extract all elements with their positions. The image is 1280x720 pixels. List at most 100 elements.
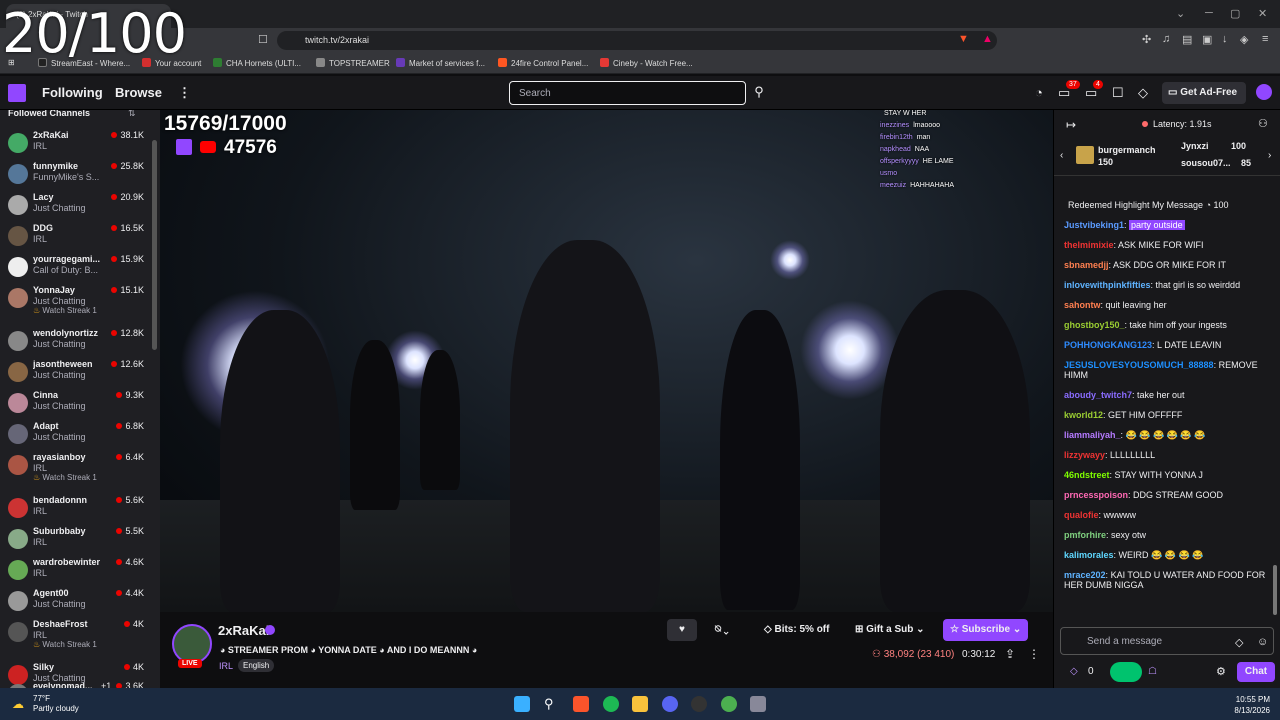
notifications-off-icon[interactable]: ⍉ ⌄ <box>708 619 750 641</box>
sidebar-channel[interactable]: Cinna Just Chatting 9.3K <box>0 388 152 420</box>
chat-username[interactable]: mrace202 <box>1064 570 1106 580</box>
sidebar-channel[interactable]: DDG IRL 16.5K <box>0 221 152 253</box>
spotify-app-icon[interactable] <box>603 696 619 712</box>
leaderboard-next-icon[interactable]: › <box>1268 150 1271 161</box>
chat-message[interactable]: ghostboy150_: take him off your ingests <box>1064 320 1276 330</box>
chat-settings-icon[interactable]: ⚙ <box>1216 665 1226 678</box>
bits-icon[interactable]: ◇ <box>1138 85 1148 101</box>
nav-browse[interactable]: Browse <box>115 85 162 100</box>
sidebar-channel[interactable]: rayasianboy IRL 6.4K ♨ Watch Streak 1 <box>0 450 152 482</box>
chat-message[interactable]: kworld12: GET HIM OFFFFF <box>1064 410 1276 420</box>
chat-username[interactable]: inlovewithpinkfifties <box>1064 280 1151 290</box>
chat-username[interactable]: ghostboy150_ <box>1064 320 1125 330</box>
weather-widget[interactable]: 77°F Partly cloudy <box>33 694 79 714</box>
taskbar-search-icon[interactable]: ⚲ <box>544 696 560 712</box>
chat-username[interactable]: sahontw <box>1064 300 1101 310</box>
chat-username[interactable]: kalimorales <box>1064 550 1114 560</box>
sidebar-channel[interactable]: wendolynortizz Just Chatting 12.8K <box>0 326 152 358</box>
bits-input-icon[interactable]: ◇ <box>1235 636 1243 649</box>
music-icon[interactable]: ♫ <box>1162 33 1170 45</box>
rewards-icon[interactable]: ☖ <box>1148 666 1157 677</box>
leader-name[interactable]: burgermanch <box>1098 145 1156 155</box>
system-clock[interactable]: 10:55 PM 8/13/2026 <box>1226 694 1270 716</box>
community-icon[interactable]: ⚇ <box>1258 117 1268 130</box>
channel-name[interactable]: 2xRaKai <box>218 623 269 638</box>
sidebar-icon[interactable]: ▤ <box>1182 33 1192 46</box>
inbox-icon[interactable]: ▭ 4 <box>1085 80 1103 101</box>
get-ad-free-button[interactable]: ▭ Get Ad-Free <box>1162 82 1246 104</box>
chrome-app-icon[interactable] <box>721 696 737 712</box>
chat-username[interactable]: liammaliyah_ <box>1064 430 1121 440</box>
chat-message[interactable]: 46ndstreet: STAY WITH YONNA J <box>1064 470 1276 480</box>
sidebar-scrollbar[interactable] <box>152 140 157 350</box>
chat-message[interactable]: JESUSLOVESYOUSOMUCH_88888: REMOVE HIMM <box>1064 360 1276 380</box>
close-window-icon[interactable]: ✕ <box>1258 7 1267 20</box>
bookmark-item[interactable]: Market of services f... <box>396 58 485 68</box>
chat-message[interactable]: POHHONGKANG123: L DATE LEAVIN <box>1064 340 1276 350</box>
nav-following[interactable]: Following <box>42 85 103 100</box>
brave-shield-icon[interactable]: ▼ <box>958 33 969 45</box>
sidebar-channel[interactable]: bendadonnn IRL 5.6K <box>0 493 152 525</box>
bookmark-icon[interactable]: ☐ <box>258 33 268 46</box>
chat-username[interactable]: kworld12 <box>1064 410 1103 420</box>
sidebar-channel[interactable]: 2xRaKai IRL 38.1K <box>0 128 152 160</box>
notifications-icon[interactable]: ▭ 37 <box>1058 80 1080 101</box>
search-input[interactable]: Search <box>509 81 746 105</box>
wallet-icon[interactable]: ▣ <box>1202 33 1212 46</box>
chat-username[interactable]: prncesspoison <box>1064 490 1128 500</box>
chat-message[interactable]: aboudy_twitch7: take her out <box>1064 390 1276 400</box>
user-avatar[interactable] <box>1256 84 1272 100</box>
download-icon[interactable]: ↓ <box>1222 33 1228 45</box>
bookmark-item[interactable]: TOPSTREAMER <box>316 58 390 68</box>
address-bar[interactable]: twitch.tv/2xrakai <box>277 31 997 50</box>
collapse-chat-icon[interactable]: ↦ <box>1066 118 1076 132</box>
chat-username[interactable]: 46ndstreet <box>1064 470 1110 480</box>
chat-username[interactable]: sbnamedjj <box>1064 260 1109 270</box>
sidebar-channel[interactable]: yourragegami... Call of Duty: B... 15.9K <box>0 252 152 284</box>
chat-message[interactable]: lizzywayy: LLLLLLLLL <box>1064 450 1276 460</box>
chat-message[interactable]: qualofie: wwwww <box>1064 510 1276 520</box>
sidebar-channel[interactable]: Lacy Just Chatting 20.9K <box>0 190 152 222</box>
chat-message[interactable]: kalimorales: WEIRD 😂 😂 😂 😂 <box>1064 550 1276 560</box>
sidebar-channel[interactable]: jasontheween Just Chatting 12.6K <box>0 357 152 389</box>
file-explorer-icon[interactable] <box>632 696 648 712</box>
leader-name[interactable]: sousou07... <box>1181 158 1231 168</box>
chat-username[interactable]: lizzywayy <box>1064 450 1105 460</box>
brave-rewards-icon[interactable]: ▲ <box>982 33 993 45</box>
settings-app-icon[interactable] <box>750 696 766 712</box>
chat-username[interactable]: thelmimixie <box>1064 240 1114 250</box>
emote-icon[interactable]: ☺ <box>1257 636 1268 648</box>
stream-category[interactable]: IRL <box>219 661 233 671</box>
sidebar-channel[interactable]: Adapt Just Chatting 6.8K <box>0 419 152 451</box>
sidebar-channel[interactable]: wardrobewinter IRL 4.6K <box>0 555 152 587</box>
bookmark-item[interactable]: CHA Hornets (ULTI... <box>213 58 301 68</box>
menu-icon[interactable]: ≡ <box>1262 33 1268 45</box>
chat-message[interactable]: inlovewithpinkfifties: that girl is so w… <box>1064 280 1276 290</box>
sort-icon[interactable]: ⇅ <box>128 110 136 119</box>
more-options-icon[interactable]: ⋮ <box>1028 647 1040 661</box>
sidebar-channel[interactable]: DeshaeFrost IRL 4K ♨ Watch Streak 1 <box>0 617 152 649</box>
sidebar-channel[interactable]: Agent00 Just Chatting 4.4K <box>0 586 152 618</box>
chat-username[interactable]: aboudy_twitch7 <box>1064 390 1132 400</box>
chat-username[interactable]: Justvibeking1 <box>1064 220 1124 230</box>
chat-username[interactable]: POHHONGKANG123 <box>1064 340 1152 350</box>
extensions-icon[interactable]: ✣ <box>1142 33 1151 46</box>
chat-message[interactable]: mrace202: KAI TOLD U WATER AND FOOD FOR … <box>1064 570 1276 590</box>
sidebar-channel[interactable]: evelynomad... 3.6K +1 <box>0 679 152 688</box>
minimize-window-icon[interactable]: ─ <box>1205 7 1213 19</box>
subscribe-button[interactable]: ☆ Subscribe ⌄ <box>943 619 1029 641</box>
follow-heart-icon[interactable]: ♥ <box>667 619 697 641</box>
chat-message[interactable]: pmforhire: sexy otw <box>1064 530 1276 540</box>
stream-tag[interactable]: English <box>238 659 275 672</box>
sidebar-channel[interactable]: YonnaJay Just Chatting 15.1K ♨ Watch Streak… <box>0 283 152 315</box>
bookmark-item[interactable]: 24fire Control Panel... <box>498 58 588 68</box>
chat-send-button[interactable]: Chat <box>1237 662 1275 682</box>
chat-username[interactable]: pmforhire <box>1064 530 1106 540</box>
sidebar-channel[interactable]: Suburbbaby IRL 5.5K <box>0 524 152 556</box>
chat-message[interactable]: sahontw: quit leaving her <box>1064 300 1276 310</box>
chat-scrollbar[interactable] <box>1273 565 1277 615</box>
prime-icon[interactable]: ◔ <box>1035 85 1043 100</box>
leader-name[interactable]: Jynxzi <box>1181 141 1209 151</box>
chat-username[interactable]: qualofie <box>1064 510 1099 520</box>
chat-message[interactable]: sbnamedjj: ASK DDG OR MIKE FOR IT <box>1064 260 1276 270</box>
